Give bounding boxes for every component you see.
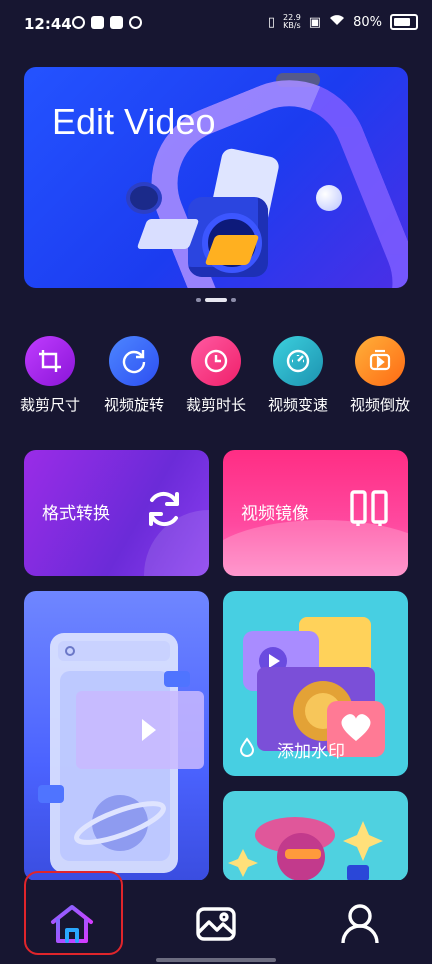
banner-title: Edit Video: [52, 101, 216, 142]
reverse-play-icon: [355, 336, 405, 386]
coin-illustration: [126, 182, 162, 214]
feature-card-person[interactable]: [223, 791, 408, 881]
tool-change-speed[interactable]: 视频变速: [258, 336, 338, 415]
system-indicators: ▯ 22.9 KB/s ▣ 80%: [268, 14, 418, 30]
battery-icon: [390, 14, 418, 30]
card-label: 添加水印: [277, 742, 345, 762]
selection-highlight-box: [24, 871, 123, 955]
tool-crop-size[interactable]: 裁剪尺寸: [10, 336, 90, 415]
status-bar: 12:44 ▯ 22.9 KB/s ▣ 80%: [0, 0, 432, 52]
vibrate-icon: ▯: [267, 14, 275, 30]
notification-icons: [72, 16, 142, 29]
tiktok-icon: [72, 16, 85, 29]
pager-dot: [231, 298, 236, 302]
rotate-icon: [109, 336, 159, 386]
crop-icon: [25, 336, 75, 386]
block-illustration: [136, 219, 200, 249]
pager-dot: [196, 298, 201, 302]
card-label: 格式转换: [42, 504, 110, 524]
water-drop-icon: [239, 737, 255, 761]
banner-pager: [0, 298, 432, 302]
video-mirror-card[interactable]: 视频镜像: [223, 450, 408, 576]
status-time: 12:44: [24, 15, 72, 33]
format-convert-card[interactable]: 格式转换: [24, 450, 209, 576]
app-icon: [110, 16, 123, 29]
browser-illustration: [38, 633, 204, 873]
tool-reverse-video[interactable]: 视频倒放: [340, 336, 420, 415]
battery-percent: 80%: [353, 14, 382, 30]
tool-label: 裁剪尺寸: [19, 396, 80, 414]
sim-icon: ▣: [308, 14, 322, 30]
sync-icon: [129, 16, 142, 29]
card-label: 视频镜像: [241, 504, 309, 524]
promo-banner[interactable]: Edit Video: [24, 67, 408, 288]
person-illustration: [228, 817, 383, 881]
mirror-icon: [349, 488, 389, 530]
gesture-bar: [156, 958, 276, 962]
ball-illustration: [316, 185, 342, 211]
tool-trim-duration[interactable]: 裁剪时长: [176, 336, 256, 415]
video-edit-card[interactable]: [24, 591, 209, 881]
tool-label: 视频变速: [267, 396, 328, 414]
wifi-icon: [329, 14, 345, 30]
nav-profile[interactable]: [330, 894, 390, 954]
tool-rotate-video[interactable]: 视频旋转: [94, 336, 174, 415]
tool-label: 视频旋转: [103, 396, 164, 414]
clock-icon: [191, 336, 241, 386]
tool-row: 裁剪尺寸 视频旋转 裁剪时长 视频变速 视频倒放: [10, 336, 426, 416]
image-icon: [196, 907, 236, 941]
pager-dot-active: [205, 298, 227, 302]
mail-icon: [91, 16, 104, 29]
person-icon: [341, 904, 379, 944]
net-speed: 22.9 KB/s: [282, 13, 301, 30]
tool-label: 裁剪时长: [185, 396, 246, 414]
tool-label: 视频倒放: [349, 396, 410, 414]
convert-arrows-icon: [144, 488, 184, 534]
speedometer-icon: [273, 336, 323, 386]
add-watermark-card[interactable]: 添加水印: [223, 591, 408, 776]
nav-gallery[interactable]: [186, 894, 246, 954]
